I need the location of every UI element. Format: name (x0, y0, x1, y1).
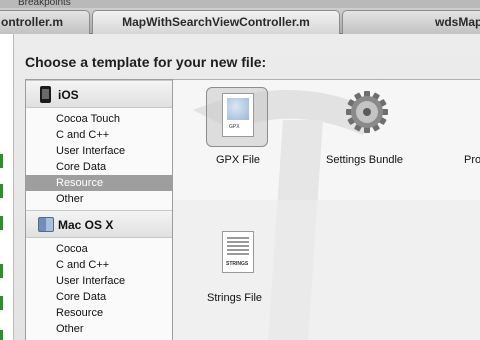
template-category-sidebar: iOS Cocoa Touch C and C++ User Interface… (25, 79, 173, 340)
iphone-icon (40, 86, 51, 103)
sidebar-item-cocoa-touch[interactable]: Cocoa Touch (26, 111, 172, 127)
sidebar-item-other[interactable]: Other (26, 321, 172, 337)
sheet-title: Choose a template for your new file: (25, 54, 267, 70)
gpx-doc-tag: GPX (229, 124, 240, 130)
template-grid: GPX GPX File Settings Bundle Pro STRINGS… (173, 79, 480, 340)
template-gpx-file[interactable]: GPX (206, 87, 268, 147)
breakpoints-label[interactable]: Breakpoints (18, 0, 71, 8)
tab-label: wdsMap (435, 15, 480, 29)
template-label-property-list[interactable]: Pro (464, 154, 480, 166)
strings-doc-tag: STRINGS (226, 261, 249, 267)
template-label-gpx-file[interactable]: GPX File (216, 154, 260, 166)
tab-controller-m[interactable]: ontroller.m (0, 10, 90, 34)
tab-mapwithsearchviewcontroller-m[interactable]: MapWithSearchViewController.m (92, 10, 340, 34)
tab-wdsmap[interactable]: wdsMap (342, 10, 480, 34)
sidebar-item-resource[interactable]: Resource (26, 305, 172, 321)
template-label-settings-bundle[interactable]: Settings Bundle (326, 154, 403, 166)
template-label-strings-file[interactable]: Strings File (207, 292, 262, 304)
settings-gear-icon[interactable] (345, 90, 389, 134)
gpx-file-icon: GPX (222, 93, 254, 137)
finder-icon (38, 217, 54, 232)
category-header-label: Mac OS X (58, 218, 114, 232)
category-header-label: iOS (58, 88, 79, 102)
sidebar-item-core-data[interactable]: Core Data (26, 289, 172, 305)
sidebar-item-other[interactable]: Other (26, 191, 172, 207)
tab-label: ontroller.m (1, 15, 64, 29)
tab-label: MapWithSearchViewController.m (122, 15, 310, 29)
sidebar-item-core-data[interactable]: Core Data (26, 159, 172, 175)
strings-file-icon[interactable]: STRINGS (222, 231, 254, 273)
category-header-ios[interactable]: iOS (26, 80, 172, 108)
sidebar-item-user-interface[interactable]: User Interface (26, 273, 172, 289)
sidebar-item-user-interface[interactable]: User Interface (26, 143, 172, 159)
sidebar-item-resource[interactable]: Resource (26, 175, 172, 191)
sidebar-item-c-and-cpp[interactable]: C and C++ (26, 257, 172, 273)
sidebar-item-cocoa[interactable]: Cocoa (26, 241, 172, 257)
code-editor-edge (0, 34, 14, 340)
category-header-mac-os-x[interactable]: Mac OS X (26, 210, 172, 238)
tab-bar: ontroller.m MapWithSearchViewController.… (0, 8, 480, 34)
new-file-sheet: Choose a template for your new file: iOS… (14, 34, 480, 340)
sidebar-item-c-and-cpp[interactable]: C and C++ (26, 127, 172, 143)
